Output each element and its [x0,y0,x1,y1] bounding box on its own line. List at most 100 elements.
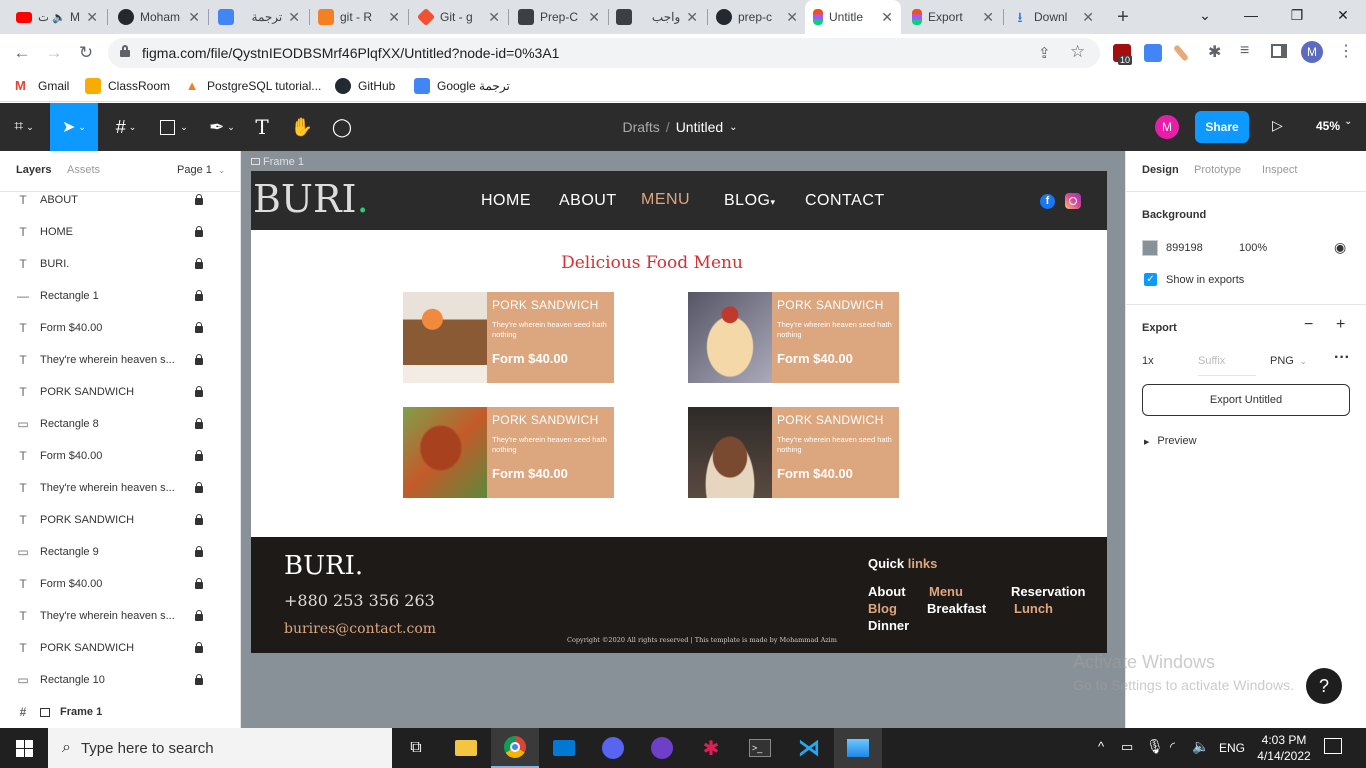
figma-menu-icon[interactable]: ⌗ ⌄ [0,103,48,151]
footer-link-reservation[interactable]: Reservation [1011,584,1085,599]
layer-row[interactable]: T PORK SANDWICH [0,376,240,408]
show-in-exports-checkbox[interactable]: ✓ [1144,273,1157,286]
tab-close-icon[interactable]: ✕ [188,9,200,26]
footer-link-about[interactable]: About [868,584,906,599]
bookmark-google-translate[interactable]: Google ترجمة [414,78,510,94]
layer-row[interactable]: ▭ Rectangle 8 [0,408,240,440]
tab-0[interactable]: ات 🔈 Moham ✕ [8,0,106,34]
layer-row[interactable]: T Form $40.00 [0,312,240,344]
share-page-icon[interactable]: ⇪ [1038,44,1051,62]
windows-start-icon[interactable] [0,728,48,768]
tab-layers[interactable]: Layers [16,164,51,176]
tab-close-icon[interactable]: ✕ [86,9,98,26]
zoom-level[interactable]: 45% [1316,119,1340,133]
notifications-icon[interactable] [1324,738,1342,754]
volume-icon[interactable]: 🔈 [1192,738,1209,755]
lock-icon[interactable] [195,354,203,365]
tab-assets[interactable]: Assets [67,164,100,176]
media-queue-icon[interactable]: ≡ [1240,42,1249,60]
translate-extension-icon[interactable] [1144,44,1162,62]
preview-toggle[interactable]: ▶ Preview [1144,435,1197,447]
eye-visibility-icon[interactable]: ◉ [1334,239,1346,256]
footer-link-menu[interactable]: Menu [929,584,963,599]
help-button[interactable]: ? [1306,668,1342,704]
reload-icon[interactable]: ↻ [76,43,96,63]
lock-icon[interactable] [195,194,203,205]
microphone-icon[interactable]: 🎙 [1146,738,1164,755]
tab-close-icon[interactable]: ✕ [881,9,893,26]
tab-close-icon[interactable]: ✕ [786,9,798,26]
layer-row[interactable]: — Rectangle 1 [0,280,240,312]
facebook-icon[interactable]: f [1040,194,1055,209]
tab-close-icon[interactable]: ✕ [982,9,994,26]
dropper-extension-icon[interactable] [1172,44,1190,62]
tab-10[interactable]: ⭳ Downl ✕ [1004,0,1102,34]
shape-tool-icon[interactable]: ⌄ [152,103,196,151]
tab-close-icon[interactable]: ✕ [488,9,500,26]
battery-icon[interactable]: ▭ [1121,739,1133,755]
layer-row[interactable]: T HOME [0,216,240,248]
tab-close-icon[interactable]: ✕ [288,9,300,26]
background-opacity-input[interactable]: 100% [1239,242,1267,254]
restore-button[interactable]: ❐ [1274,0,1320,30]
layer-row[interactable]: T BURI. [0,248,240,280]
tab-inspect[interactable]: Inspect [1262,164,1297,176]
close-window-button[interactable]: ✕ [1320,0,1366,30]
tab-close-icon[interactable]: ✕ [1082,9,1094,26]
bookmark-classroom[interactable]: ClassRoom [85,78,170,94]
figma-canvas[interactable]: Frame 1 BURI. HOME ABOUT MENU BLOG▾ CONT… [241,151,1125,728]
breadcrumb-drafts[interactable]: Drafts [622,119,659,135]
file-name[interactable]: Untitled [676,119,723,135]
frame-tool-icon[interactable]: # ⌄ [104,103,148,151]
tab-2[interactable]: ترجمة ✕ [210,0,308,34]
tab-design[interactable]: Design [1142,164,1179,176]
lock-icon[interactable] [195,290,203,301]
lock-icon[interactable] [195,482,203,493]
layer-row[interactable]: T PORK SANDWICH [0,504,240,536]
wifi-icon[interactable]: ◜ [1170,739,1175,755]
lock-icon[interactable] [195,322,203,333]
lock-icon[interactable] [195,386,203,397]
tab-close-icon[interactable]: ✕ [686,9,698,26]
nav-menu[interactable]: MENU [641,191,690,209]
remove-export-icon[interactable]: − [1304,316,1313,334]
bookmark-postgresql[interactable]: ▲ PostgreSQL tutorial... [184,78,322,94]
tray-chevron-icon[interactable]: ^ [1098,739,1104,754]
text-tool-icon[interactable]: T [248,103,276,151]
tab-4[interactable]: Git - g ✕ [410,0,508,34]
page-selector[interactable]: Page 1 ⌄ [177,164,225,176]
share-button[interactable]: Share [1195,111,1249,143]
taskbar-search-box[interactable]: ⌕ Type here to search [48,728,392,768]
layer-row[interactable]: T Form $40.00 [0,440,240,472]
footer-link-dinner[interactable]: Dinner [868,618,909,633]
layer-row[interactable]: T Form $40.00 [0,568,240,600]
nav-contact[interactable]: CONTACT [805,192,885,210]
chrome-icon[interactable] [491,728,539,768]
background-swatch[interactable] [1142,240,1158,256]
tab-1[interactable]: Moham ✕ [110,0,208,34]
lock-icon[interactable] [195,258,203,269]
discord-icon[interactable] [589,728,637,768]
bookmark-star-icon[interactable]: ☆ [1070,42,1085,62]
bookmark-gmail[interactable]: M Gmail [15,78,69,94]
pen-tool-icon[interactable]: ✒ ⌄ [200,103,244,151]
add-export-icon[interactable]: + [1336,316,1345,334]
present-play-icon[interactable]: ▷ [1272,117,1283,134]
tab-8-active[interactable]: Untitle ✕ [805,0,901,34]
layer-frame-1[interactable]: # Frame 1 [0,696,240,728]
lock-icon[interactable] [195,514,203,525]
hand-tool-icon[interactable]: ✋ [288,103,316,151]
layer-row[interactable]: ▭ Rectangle 9 [0,536,240,568]
lock-icon[interactable] [195,226,203,237]
bookmark-github[interactable]: GitHub [335,78,395,94]
export-button[interactable]: Export Untitled [1142,384,1350,416]
tab-close-icon[interactable]: ✕ [388,9,400,26]
slack-icon[interactable]: ✱ [687,728,735,768]
frame-label[interactable]: Frame 1 [251,156,304,168]
tab-5[interactable]: Prep-C ✕ [510,0,608,34]
nav-home[interactable]: HOME [481,192,531,210]
back-icon[interactable]: ← [12,43,32,63]
profile-avatar[interactable]: M [1301,41,1323,63]
menu-card[interactable]: PORK SANDWICH They're wherein heaven see… [403,407,614,498]
layer-row[interactable]: T They're wherein heaven s... [0,472,240,504]
